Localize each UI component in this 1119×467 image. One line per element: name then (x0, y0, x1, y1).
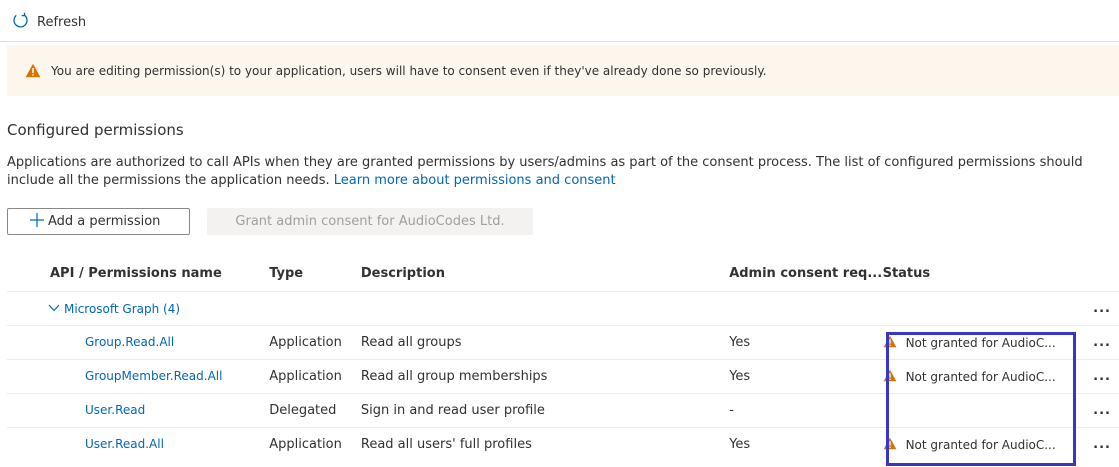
permission-description: Read all groups (360, 325, 730, 360)
learn-more-link[interactable]: Learn more about permissions and consent (334, 173, 616, 188)
warning-icon (883, 369, 897, 385)
admin-consent-value: Yes (729, 427, 883, 461)
table-row: User.Read Delegated Sign in and read use… (7, 393, 1119, 428)
column-header-admin-consent[interactable]: Admin consent req... (729, 255, 882, 292)
status-cell: Not granted for AudioC... (882, 427, 1076, 461)
command-bar: Refresh (12, 10, 86, 34)
add-permission-label: Add a permission (48, 214, 161, 229)
column-header-api[interactable]: API / Permissions name (7, 255, 269, 292)
status-text: Not granted for AudioC... (905, 369, 1056, 384)
admin-consent-value: Yes (729, 325, 883, 360)
refresh-label: Refresh (37, 14, 87, 30)
status-text: Not granted for AudioC... (905, 437, 1056, 452)
permission-name-link[interactable]: User.Read.All (50, 437, 164, 451)
table-row: GroupMember.Read.All Application Read al… (7, 359, 1119, 394)
permission-name-link[interactable]: GroupMember.Read.All (50, 369, 222, 383)
column-header-description[interactable]: Description (361, 255, 729, 292)
permission-description: Read all group memberships (360, 359, 730, 394)
banner-message: You are editing permission(s) to your ap… (51, 63, 767, 78)
grant-admin-consent-button[interactable]: Grant admin consent for AudioCodes Ltd. (207, 208, 533, 235)
add-permission-button[interactable]: Add a permission (7, 208, 190, 235)
column-header-type[interactable]: Type (269, 255, 361, 292)
more-icon[interactable]: ... (1093, 335, 1111, 350)
plus-icon (29, 212, 45, 232)
status-cell: Not granted for AudioC... (882, 359, 1076, 394)
section-description: Applications are authorized to call APIs… (7, 154, 1102, 190)
table-header-row: API / Permissions name Type Description … (7, 255, 1119, 292)
table-row: Group.Read.All Application Read all grou… (7, 325, 1119, 360)
permissions-table: API / Permissions name Type Description … (7, 255, 1119, 461)
more-icon[interactable]: ... (1093, 369, 1111, 384)
warning-icon (25, 63, 41, 78)
permission-description: Sign in and read user profile (360, 393, 730, 428)
toolbar-divider (0, 41, 1119, 42)
chevron-down-icon (48, 301, 60, 316)
table-row: User.Read.All Application Read all users… (7, 427, 1119, 461)
refresh-icon (12, 12, 29, 33)
group-toggle[interactable]: Microsoft Graph (4) (48, 301, 180, 316)
column-header-status[interactable]: Status (883, 255, 1076, 292)
section-title: Configured permissions (7, 121, 184, 139)
refresh-button[interactable]: Refresh (12, 12, 86, 33)
status-cell (882, 393, 1076, 428)
permission-type: Application (269, 325, 361, 360)
permission-type: Application (269, 359, 361, 394)
permission-description: Read all users' full profiles (360, 427, 730, 461)
warning-icon (883, 437, 897, 453)
api-group-name[interactable]: Microsoft Graph (4) (64, 302, 180, 316)
api-group-row: Microsoft Graph (4) ... (7, 291, 1119, 326)
permission-type: Delegated (269, 393, 361, 428)
permission-name-link[interactable]: Group.Read.All (50, 335, 174, 349)
status-text: Not granted for AudioC... (905, 335, 1056, 350)
warning-banner: You are editing permission(s) to your ap… (7, 45, 1119, 96)
admin-consent-value: - (729, 393, 883, 428)
permission-name-link[interactable]: User.Read (50, 403, 145, 417)
more-icon[interactable]: ... (1093, 437, 1111, 452)
permission-type: Application (269, 427, 361, 461)
status-cell: Not granted for AudioC... (882, 325, 1076, 360)
more-icon[interactable]: ... (1093, 301, 1111, 316)
more-icon[interactable]: ... (1093, 403, 1111, 418)
warning-icon (883, 335, 897, 351)
admin-consent-value: Yes (729, 359, 883, 394)
